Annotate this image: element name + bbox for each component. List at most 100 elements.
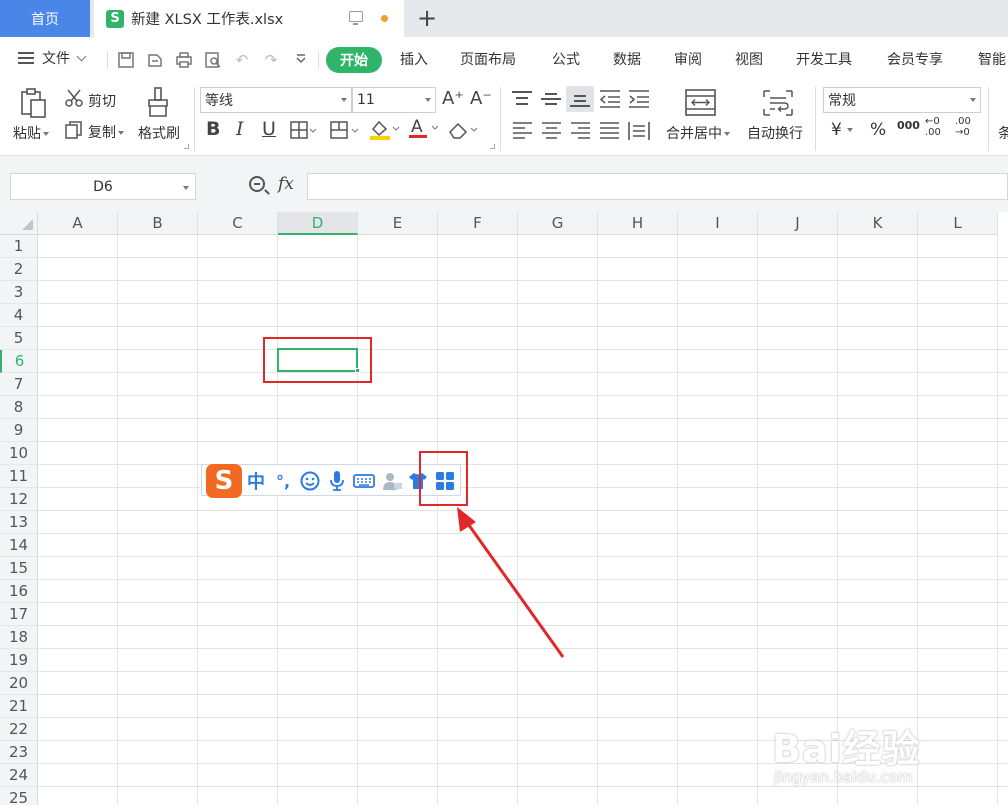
microphone-icon[interactable] <box>326 469 348 493</box>
row-header-3[interactable]: 3 <box>0 281 38 304</box>
increase-font-icon[interactable]: A⁺ <box>442 88 464 109</box>
align-top-icon[interactable] <box>512 89 534 109</box>
format-painter-icon[interactable] <box>146 86 170 118</box>
row-header-9[interactable]: 9 <box>0 419 38 442</box>
tab-member[interactable]: 会员专享 <box>887 49 943 69</box>
column-header-c[interactable]: C <box>198 212 278 235</box>
ime-mode-button[interactable]: 中 <box>244 469 268 493</box>
format-painter-button[interactable]: 格式刷 <box>138 123 180 143</box>
column-header-d[interactable]: D <box>278 212 358 235</box>
row-header-16[interactable]: 16 <box>0 580 38 603</box>
row-header-12[interactable]: 12 <box>0 488 38 511</box>
group-expander[interactable] <box>184 144 189 149</box>
column-header-f[interactable]: F <box>438 212 518 235</box>
column-header-a[interactable]: A <box>38 212 118 235</box>
copy-icon[interactable] <box>64 120 84 140</box>
row-header-17[interactable]: 17 <box>0 603 38 626</box>
user-icon[interactable] <box>380 469 404 493</box>
decrease-decimal-button[interactable]: .00 →0 <box>955 116 979 138</box>
customize-quick-access-icon[interactable] <box>292 51 310 69</box>
align-middle-icon[interactable] <box>541 89 563 109</box>
emoji-icon[interactable] <box>298 469 322 493</box>
cut-button[interactable]: 剪切 <box>88 91 116 111</box>
row-header-10[interactable]: 10 <box>0 442 38 465</box>
save-icon[interactable] <box>117 51 135 69</box>
scissors-icon[interactable] <box>64 88 84 108</box>
tab-start[interactable]: 开始 <box>326 47 382 73</box>
tab-page-layout[interactable]: 页面布局 <box>460 49 516 69</box>
undo-icon[interactable]: ↶ <box>233 51 251 69</box>
font-color-icon[interactable]: A <box>408 116 440 144</box>
paste-icon[interactable] <box>18 87 48 119</box>
column-header-e[interactable]: E <box>358 212 438 235</box>
italic-icon[interactable]: I <box>236 118 244 140</box>
fill-color-icon[interactable] <box>369 119 401 145</box>
column-header-h[interactable]: H <box>598 212 678 235</box>
row-header-24[interactable]: 24 <box>0 764 38 787</box>
row-header-13[interactable]: 13 <box>0 511 38 534</box>
row-header-4[interactable]: 4 <box>0 304 38 327</box>
tab-insert[interactable]: 插入 <box>400 49 428 69</box>
decrease-indent-icon[interactable] <box>598 89 622 109</box>
tab-smart[interactable]: 智能 <box>978 49 1006 69</box>
export-icon[interactable] <box>146 51 164 69</box>
justify-icon[interactable] <box>599 121 621 141</box>
sogou-logo-icon[interactable]: S <box>206 464 242 498</box>
tab-document[interactable]: S 新建 XLSX 工作表.xlsx <box>94 0 404 37</box>
increase-decimal-button[interactable]: ←0 .00 <box>925 116 949 138</box>
row-header-23[interactable]: 23 <box>0 741 38 764</box>
paste-button[interactable]: 粘贴 <box>13 123 49 143</box>
column-header-k[interactable]: K <box>838 212 918 235</box>
number-format-select[interactable]: 常规 <box>823 87 981 113</box>
row-header-1[interactable]: 1 <box>0 235 38 258</box>
merge-center-icon[interactable] <box>685 89 717 117</box>
tab-formulas[interactable]: 公式 <box>552 49 580 69</box>
bold-icon[interactable]: B <box>206 118 220 140</box>
copy-button[interactable]: 复制 <box>88 122 124 142</box>
align-right-icon[interactable] <box>570 121 592 141</box>
align-left-icon[interactable] <box>512 121 534 141</box>
column-header-g[interactable]: G <box>518 212 598 235</box>
row-header-5[interactable]: 5 <box>0 327 38 350</box>
increase-indent-icon[interactable] <box>627 89 651 109</box>
underline-icon[interactable]: U <box>262 118 276 140</box>
row-header-8[interactable]: 8 <box>0 396 38 419</box>
keyboard-icon[interactable] <box>352 469 376 493</box>
column-header-l[interactable]: L <box>918 212 998 235</box>
row-header-21[interactable]: 21 <box>0 695 38 718</box>
print-preview-icon[interactable] <box>204 51 222 69</box>
thousands-button[interactable]: 000 <box>897 119 920 132</box>
tab-review[interactable]: 审阅 <box>674 49 702 69</box>
add-tab-button[interactable]: + <box>414 2 440 34</box>
conditional-format-button[interactable]: 条 <box>998 123 1008 143</box>
row-header-7[interactable]: 7 <box>0 373 38 396</box>
tab-home[interactable]: 首页 <box>0 0 90 37</box>
align-center-icon[interactable] <box>541 121 563 141</box>
row-header-2[interactable]: 2 <box>0 258 38 281</box>
tab-view[interactable]: 视图 <box>735 49 763 69</box>
zoom-icon[interactable] <box>249 176 265 192</box>
currency-button[interactable]: ¥ <box>831 120 853 140</box>
decrease-font-icon[interactable]: A⁻ <box>470 88 492 109</box>
wrap-text-icon[interactable] <box>762 89 794 117</box>
column-header-j[interactable]: J <box>758 212 838 235</box>
cell-style-icon[interactable] <box>330 121 360 143</box>
name-box[interactable]: D6 <box>10 173 196 200</box>
distributed-align-icon[interactable] <box>627 120 651 142</box>
row-header-22[interactable]: 22 <box>0 718 38 741</box>
monitor-icon[interactable] <box>349 11 363 25</box>
clear-format-icon[interactable] <box>447 120 481 144</box>
row-header-25[interactable]: 25 <box>0 787 38 805</box>
row-header-11[interactable]: 11 <box>0 465 38 488</box>
wrap-text-button[interactable]: 自动换行 <box>747 123 803 143</box>
ime-punctuation-button[interactable]: °, <box>272 469 294 493</box>
border-icon[interactable] <box>290 121 318 143</box>
row-header-15[interactable]: 15 <box>0 557 38 580</box>
group-expander[interactable] <box>490 144 495 149</box>
merge-center-button[interactable]: 合并居中 <box>666 123 730 143</box>
font-size-select[interactable]: 11 <box>352 87 436 113</box>
percent-button[interactable]: % <box>870 120 886 140</box>
print-icon[interactable] <box>175 51 193 69</box>
row-header-14[interactable]: 14 <box>0 534 38 557</box>
select-all-corner[interactable] <box>0 212 38 235</box>
